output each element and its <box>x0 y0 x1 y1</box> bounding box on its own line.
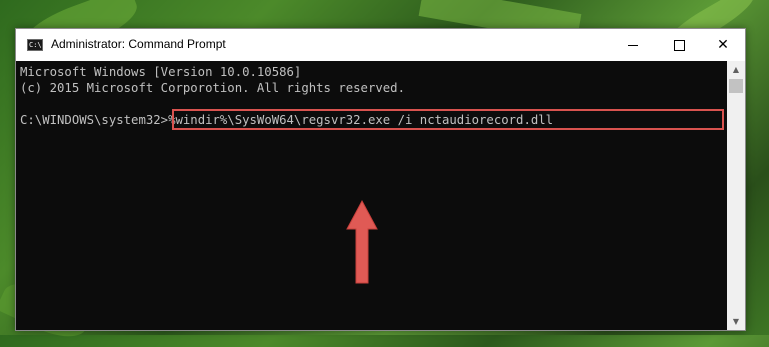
title-bar[interactable]: C:\ Administrator: Command Prompt ✕ <box>16 29 745 61</box>
vertical-scrollbar[interactable]: ▲ ▼ <box>727 61 745 330</box>
window-title: Administrator: Command Prompt <box>51 37 226 51</box>
maximize-button[interactable] <box>656 29 702 61</box>
command-prompt-window: C:\ Administrator: Command Prompt ✕ Micr… <box>15 28 746 331</box>
prompt-text: C:\WINDOWS\system32> <box>20 113 169 127</box>
pointer-arrow-icon <box>346 199 378 284</box>
close-button[interactable]: ✕ <box>700 29 746 61</box>
cmd-icon: C:\ <box>27 39 43 51</box>
maximize-icon <box>673 39 685 51</box>
minimize-button[interactable] <box>610 29 656 61</box>
minimize-icon <box>628 44 638 46</box>
console-line: Microsoft Windows [Version 10.0.10586] <box>20 65 302 79</box>
console-line: (c) 2015 Microsoft Corporotion. All righ… <box>20 81 405 95</box>
console-area[interactable]: Microsoft Windows [Version 10.0.10586] (… <box>16 61 727 330</box>
scroll-up-icon[interactable]: ▲ <box>727 61 745 78</box>
scrollbar-thumb[interactable] <box>729 79 743 93</box>
close-icon: ✕ <box>717 37 729 53</box>
scroll-down-icon[interactable]: ▼ <box>727 313 745 330</box>
command-highlight-box <box>172 109 724 130</box>
